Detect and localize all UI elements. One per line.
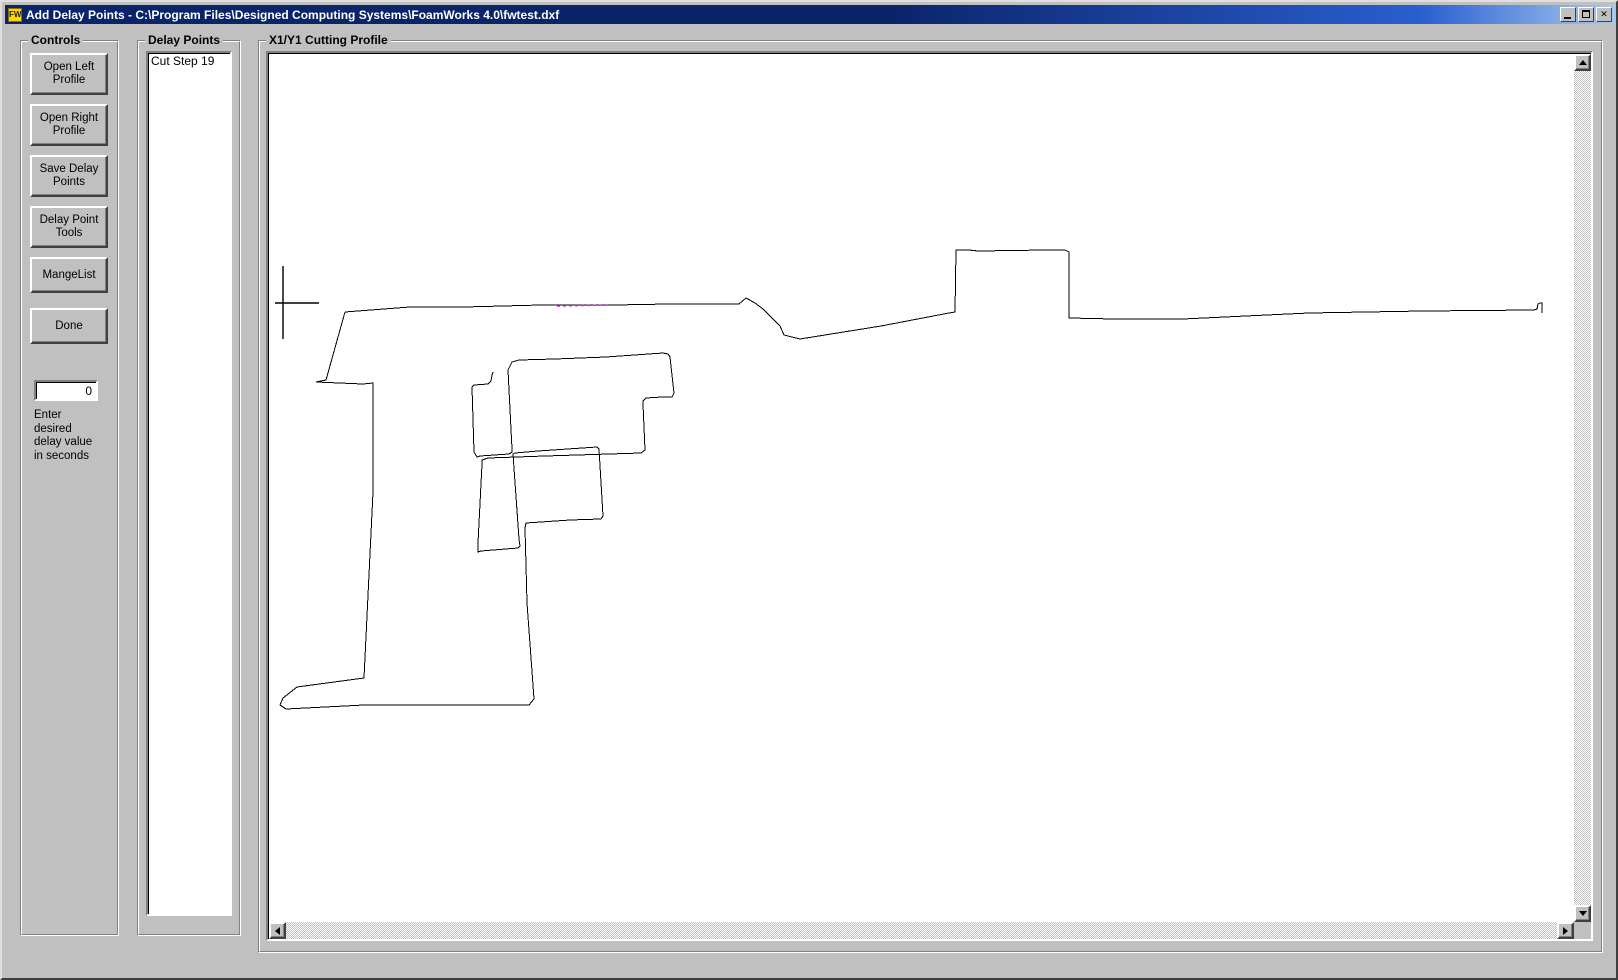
- open-left-profile-button[interactable]: Open Left Profile: [30, 53, 108, 95]
- done-button[interactable]: Done: [30, 308, 108, 344]
- cutting-profile-group: X1/Y1 Cutting Profile: [258, 33, 1603, 953]
- window-title: Add Delay Points - C:\Program Files\Desi…: [26, 7, 560, 22]
- delay-points-group: Delay Points Cut Step 19: [137, 33, 241, 936]
- cutting-profile-canvas-frame: [266, 51, 1593, 941]
- vertical-scrollbar[interactable]: [1574, 54, 1591, 922]
- controls-group: Controls Open Left Profile Open Right Pr…: [20, 33, 119, 936]
- save-delay-points-button[interactable]: Save Delay Points: [30, 155, 108, 197]
- app-icon: FW: [8, 7, 22, 22]
- minimize-button[interactable]: [1560, 7, 1576, 22]
- profile-cut-profile-outline: [344, 249, 1543, 340]
- client-area: Controls Open Left Profile Open Right Pr…: [5, 25, 1615, 977]
- maximize-button[interactable]: [1578, 7, 1594, 22]
- open-right-profile-button[interactable]: Open Right Profile: [30, 104, 108, 146]
- mange-list-button[interactable]: MangeList: [30, 257, 108, 293]
- cutting-profile-group-title: X1/Y1 Cutting Profile: [266, 33, 391, 47]
- horizontal-scrollbar[interactable]: [269, 922, 1574, 939]
- controls-group-title: Controls: [28, 33, 84, 47]
- cutting-profile-canvas[interactable]: [268, 53, 1591, 939]
- scrollbar-corner: [1574, 922, 1591, 939]
- delay-point-tools-button[interactable]: Delay Point Tools: [30, 206, 108, 248]
- delay-point-highlight: [556, 304, 610, 307]
- cutting-profile-drawing: [275, 249, 1543, 710]
- scroll-left-icon[interactable]: [269, 922, 286, 939]
- window-buttons: ✕: [1560, 7, 1612, 22]
- application-window: FW Add Delay Points - C:\Program Files\D…: [0, 0, 1618, 980]
- delay-points-group-title: Delay Points: [145, 33, 224, 47]
- list-item[interactable]: Cut Step 19: [148, 53, 230, 69]
- scroll-right-icon[interactable]: [1557, 922, 1574, 939]
- delay-value-input[interactable]: 0: [34, 380, 98, 401]
- close-button[interactable]: ✕: [1596, 7, 1612, 22]
- title-bar: FW Add Delay Points - C:\Program Files\D…: [5, 5, 1615, 24]
- delay-points-listbox[interactable]: Cut Step 19: [146, 51, 232, 916]
- scroll-down-icon[interactable]: [1574, 905, 1591, 922]
- profile-letter-F-left-stem: [279, 311, 675, 710]
- delay-value-hint-label: Enter desired delay value in seconds: [34, 409, 93, 462]
- scroll-up-icon[interactable]: [1574, 54, 1591, 71]
